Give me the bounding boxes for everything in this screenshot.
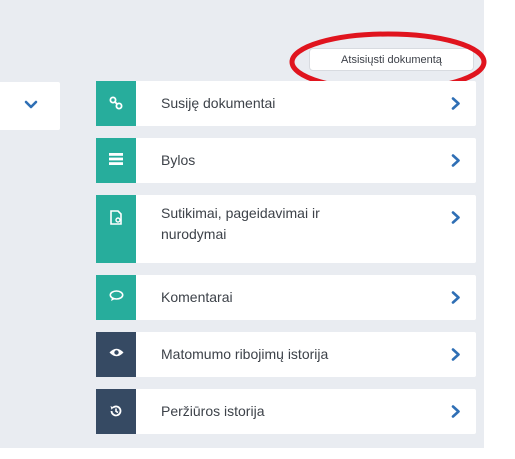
expand-arrow[interactable] <box>436 275 476 320</box>
chevron-right-icon <box>451 405 460 418</box>
download-document-button[interactable]: Atsisiųsti dokumentą <box>309 48 474 71</box>
expand-arrow[interactable] <box>436 81 476 126</box>
section-label: Peržiūros istorija <box>161 403 265 419</box>
expand-arrow[interactable] <box>436 138 476 183</box>
section-icon-box <box>96 389 136 434</box>
chevron-down-icon[interactable] <box>24 99 38 111</box>
chevron-right-icon <box>451 154 460 167</box>
collapse-card[interactable] <box>0 82 60 130</box>
section-icon-box <box>96 81 136 126</box>
section-icon-box <box>96 138 136 183</box>
expand-arrow[interactable] <box>436 332 476 377</box>
chevron-right-icon <box>451 348 460 361</box>
section-label: Susiję dokumentai <box>161 95 276 111</box>
comments-icon <box>109 290 123 301</box>
section-label: Matomumo ribojimų istorija <box>161 346 329 362</box>
section-files[interactable]: Bylos <box>96 138 476 183</box>
history-icon <box>110 405 122 417</box>
chevron-right-icon <box>451 97 460 110</box>
section-related-documents[interactable]: Susiję dokumentai <box>96 81 476 126</box>
section-label: Bylos <box>161 152 196 168</box>
document-sections-list: Susiję dokumentai Bylos Sutikimai, pagei… <box>96 81 476 446</box>
section-label: Sutikimai, pageidavimai ir nurodymai <box>161 205 320 242</box>
right-margin <box>484 0 515 459</box>
document-icon <box>109 210 122 225</box>
link-icon <box>109 96 123 110</box>
section-icon-box <box>96 275 136 320</box>
eye-icon <box>109 348 123 357</box>
chevron-right-icon <box>451 291 460 304</box>
bottom-margin <box>0 448 515 459</box>
section-view-history[interactable]: Peržiūros istorija <box>96 389 476 434</box>
list-icon <box>109 153 123 165</box>
section-label: Komentarai <box>161 289 233 305</box>
expand-arrow[interactable] <box>436 389 476 434</box>
expand-arrow[interactable] <box>436 195 476 263</box>
section-consents[interactable]: Sutikimai, pageidavimai ir nurodymai <box>96 195 476 263</box>
section-icon-box <box>96 332 136 377</box>
section-comments[interactable]: Komentarai <box>96 275 476 320</box>
section-visibility-history[interactable]: Matomumo ribojimų istorija <box>96 332 476 377</box>
section-icon-box <box>96 195 136 263</box>
chevron-right-icon <box>451 211 460 224</box>
